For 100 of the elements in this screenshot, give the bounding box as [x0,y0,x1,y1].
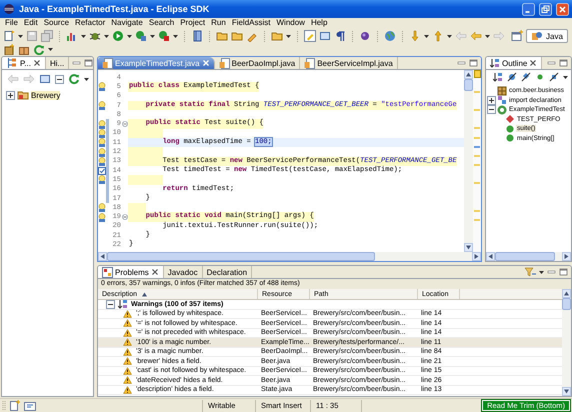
menu-item[interactable]: Project [177,18,208,28]
minimize-icon[interactable] [72,59,82,67]
collapse-all-icon[interactable] [55,74,64,84]
scroll-thumb[interactable] [495,252,554,261]
caret-icon[interactable] [539,270,544,274]
hide-local-types-icon[interactable] [549,72,559,82]
caret-icon[interactable] [485,34,490,38]
minimize-icon[interactable] [522,2,535,16]
hide-fields-icon[interactable] [507,72,517,82]
view-tab[interactable]: BeerDaoImpl.java [214,57,300,69]
highlighter-icon[interactable] [304,30,316,42]
menu-item[interactable]: Refactor [72,18,108,28]
scroll-thumb[interactable] [562,298,571,310]
scroll-left-icon[interactable] [487,253,494,260]
caret-icon[interactable] [18,34,23,38]
caret-icon[interactable] [173,34,178,38]
warning-marker-icon[interactable] [98,148,106,157]
vertical-scrollbar[interactable] [562,289,571,396]
scroll-down-icon[interactable] [563,388,570,395]
menu-item[interactable]: Window [274,18,308,28]
fold-icon[interactable] [122,214,128,220]
overview-mark[interactable] [474,146,480,148]
menu-item[interactable]: Search [146,18,178,28]
menu-item[interactable]: FieldAssist [228,18,274,28]
expander-icon[interactable] [6,90,15,100]
warning-marker-icon[interactable] [98,203,106,212]
fast-view-icon[interactable] [24,400,36,412]
sort-icon[interactable] [493,72,503,82]
caret-icon[interactable] [447,34,452,38]
expander-icon[interactable] [106,300,115,309]
window-icon[interactable] [319,30,331,42]
warning-marker-icon[interactable] [98,156,106,166]
expander-icon[interactable] [487,105,496,114]
menu-item[interactable]: Run [208,18,229,28]
warning-marker-icon[interactable] [98,128,106,138]
debug-icon[interactable] [89,30,101,42]
menu-item[interactable]: File [2,18,21,28]
book-icon[interactable] [191,30,203,42]
view-tab[interactable]: Declaration [202,266,252,278]
view-tab[interactable]: Javadoc [164,266,203,278]
scroll-thumb[interactable] [107,252,376,261]
warning-marker-icon[interactable] [98,138,106,148]
close-icon[interactable] [150,268,159,276]
fold-icon[interactable] [122,121,128,128]
hide-non-public-icon[interactable] [535,72,545,82]
menu-item[interactable]: Navigate [108,18,146,28]
open-folder-icon[interactable] [216,30,228,42]
filter-icon[interactable] [524,266,536,278]
caret-icon[interactable] [563,76,568,78]
run-icon[interactable] [112,30,124,42]
window-title: Java - ExampleTimedTest.java - Eclipse SDK [19,4,210,14]
caret-icon[interactable] [150,34,155,38]
new-file-icon[interactable] [3,30,15,42]
warning-marker-icon[interactable] [98,101,106,110]
close-icon[interactable] [32,59,41,67]
close-icon[interactable] [529,59,538,67]
horizontal-scrollbar[interactable] [486,252,571,261]
view-tab[interactable]: P... [2,57,46,69]
perspective-button[interactable]: Java [526,29,568,43]
sphere-icon[interactable] [359,30,371,42]
expander-icon[interactable] [487,96,496,105]
view-tab[interactable]: Problems [98,266,164,278]
run-config-icon[interactable] [135,30,147,42]
view-tab[interactable]: BeerServiceImpl.java [300,57,398,69]
restore-icon[interactable] [539,2,552,16]
open-perspective-icon[interactable] [511,30,523,42]
caret-icon[interactable] [104,34,109,38]
globe-icon[interactable] [384,30,396,42]
caret-icon[interactable] [286,34,291,38]
warning-marker-icon[interactable] [98,120,106,129]
scroll-thumb[interactable] [464,79,473,91]
paragraph-icon[interactable] [334,30,346,42]
caret-icon[interactable] [424,34,429,38]
maximize-icon[interactable] [469,59,478,67]
task-marker-icon[interactable] [98,166,106,175]
hide-static-icon[interactable] [521,72,531,82]
stop-config-icon[interactable] [158,30,170,42]
new-package-icon[interactable] [3,44,15,55]
maximize-icon[interactable] [559,268,568,276]
menu-item[interactable]: Edit [20,18,41,28]
caret-icon[interactable] [84,78,89,80]
caret-icon[interactable] [48,48,53,51]
warning-marker-icon[interactable] [98,82,106,92]
scroll-left-icon[interactable] [99,253,106,260]
caret-icon[interactable] [127,34,132,38]
horizontal-scrollbar[interactable] [98,252,481,261]
bar-chart-icon[interactable] [66,30,78,42]
menu-item[interactable]: Help [308,18,330,28]
maximize-icon[interactable] [84,59,93,67]
tree-item[interactable]: Brewery [31,90,60,100]
menu-item[interactable]: Source [40,18,72,28]
new-fast-view-icon[interactable] [9,400,21,412]
warning-marker-icon[interactable] [98,212,106,222]
view-tab[interactable]: Outline [486,57,542,69]
vertical-scrollbar[interactable] [464,70,473,252]
scroll-right-icon[interactable] [563,253,570,260]
warning-marker-icon[interactable] [98,175,106,184]
caret-icon[interactable] [81,34,86,38]
maximize-icon[interactable] [559,59,568,67]
view-tab[interactable]: Hi... [46,57,70,69]
